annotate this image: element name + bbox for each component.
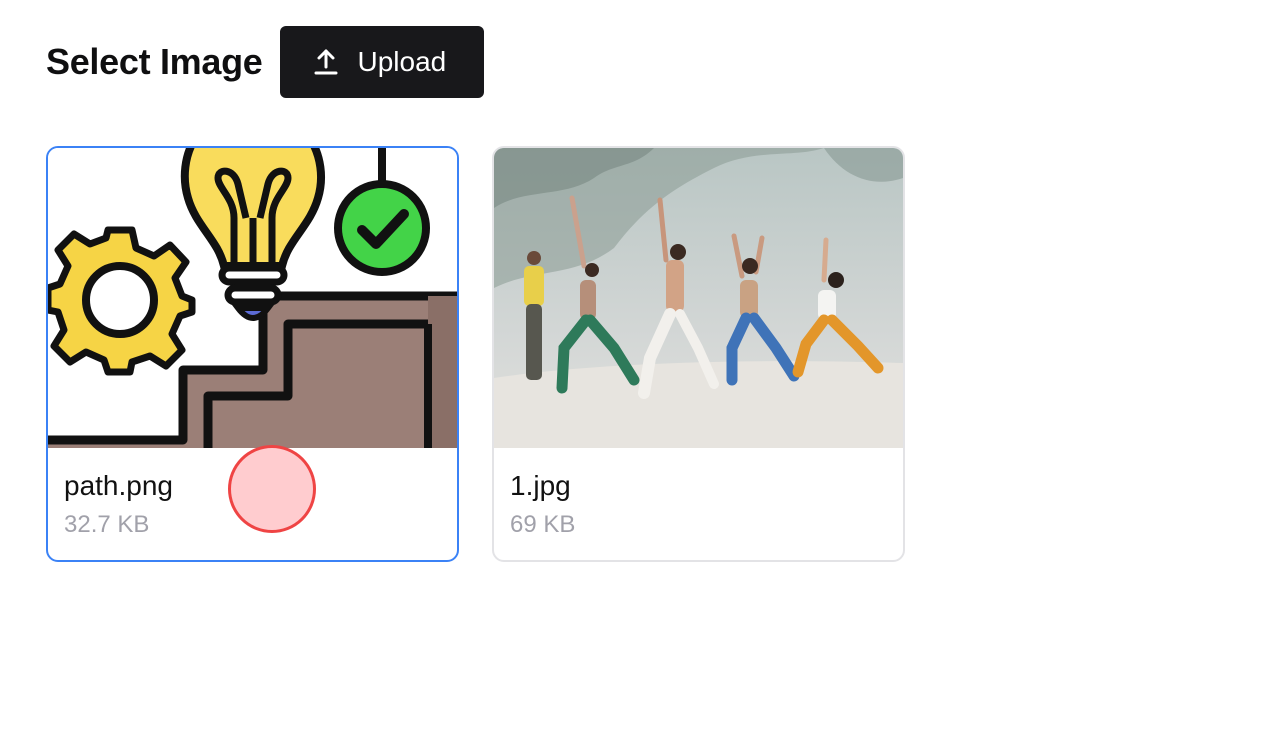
image-filename: path.png [64, 470, 173, 501]
upload-button[interactable]: Upload [279, 26, 484, 98]
header: Select Image Upload [46, 26, 484, 98]
upload-icon [312, 48, 340, 76]
image-filesize: 32.7 KB [64, 511, 150, 538]
image-filename: 1.jpg [510, 470, 571, 501]
image-card-1[interactable]: 1.jpg 69 KB [492, 146, 905, 562]
page-title: Select Image [46, 41, 263, 82]
image-thumbnail [48, 148, 457, 448]
image-filesize: 69 KB [510, 511, 576, 538]
image-picker-page: Select Image Upload path.png 32.7 KB 1.j… [0, 0, 1272, 752]
upload-button-label: Upload [357, 46, 447, 77]
image-thumbnail [494, 148, 903, 448]
image-card-path[interactable]: path.png 32.7 KB [46, 146, 459, 562]
image-grid: path.png 32.7 KB 1.jpg 69 KB [46, 146, 905, 562]
